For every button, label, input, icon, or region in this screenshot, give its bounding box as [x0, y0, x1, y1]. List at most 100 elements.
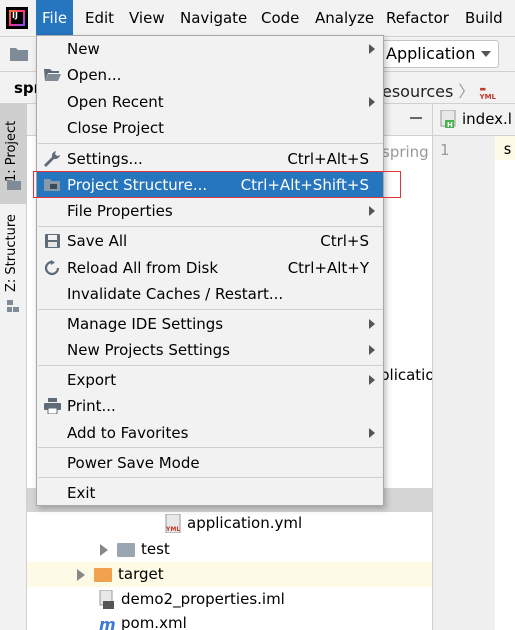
yml-file-icon: YML	[165, 513, 181, 534]
menu-item-label: File Properties	[67, 202, 173, 220]
project-tab-label: 1: Project	[4, 120, 19, 182]
menu-analyze[interactable]: Analyze	[309, 0, 380, 37]
menu-item-label: Open...	[67, 66, 122, 84]
menu-item-label: Print...	[67, 397, 116, 415]
chevron-down-icon	[481, 51, 491, 57]
menu-edit[interactable]: Edit	[79, 0, 120, 37]
menu-item-export[interactable]: Export	[37, 367, 383, 393]
menu-item-exit[interactable]: Exit	[37, 480, 383, 506]
reload-icon	[44, 260, 60, 276]
code-text: s	[503, 140, 513, 158]
editor-gutter	[432, 136, 495, 630]
yml-file-icon: ▬ YML	[479, 84, 497, 101]
submenu-arrow-icon	[369, 345, 375, 355]
tree-item-application-yml[interactable]: YML application.yml	[165, 513, 303, 534]
menu-item-invalidate-caches[interactable]: Invalidate Caches / Restart...	[37, 281, 383, 307]
menu-item-power-save-mode[interactable]: Power Save Mode	[37, 450, 383, 476]
menu-item-label: Export	[67, 371, 117, 389]
menu-item-label: Add to Favorites	[67, 424, 189, 442]
minimize-icon[interactable]	[410, 117, 422, 119]
menu-item-label: Settings...	[67, 150, 143, 168]
file-menu-dropdown: New Open... Open Recent Close Project Se…	[36, 35, 384, 506]
tree-item-label: application.yml	[187, 514, 303, 532]
editor-code-area[interactable]	[495, 136, 515, 630]
menu-navigate[interactable]: Navigate	[174, 0, 253, 37]
breadcrumb-separator-icon: 〉	[458, 82, 475, 101]
tree-item-test[interactable]: test	[100, 540, 170, 558]
tree-item-label: pom.xml	[121, 614, 187, 630]
annotation-highlight-box	[33, 171, 401, 198]
submenu-arrow-icon	[369, 319, 375, 329]
tree-item-iml[interactable]: demo2_properties.iml	[99, 589, 285, 609]
menu-item-label: Power Save Mode	[67, 454, 200, 472]
menu-item-label: Exit	[67, 484, 96, 502]
menu-item-open-recent[interactable]: Open Recent	[37, 89, 383, 115]
module-file-icon	[99, 589, 115, 609]
menu-separator	[38, 309, 383, 310]
breadcrumb-folder: esources	[382, 82, 454, 101]
tool-window-stripe: 1: Project Z: Structure	[0, 104, 27, 630]
menu-item-manage-ide-settings[interactable]: Manage IDE Settings	[37, 311, 383, 337]
menu-item-shortcut: Ctrl+S	[320, 232, 369, 250]
menu-item-settings[interactable]: Settings... Ctrl+Alt+S	[37, 146, 383, 172]
tool-window-structure-tab[interactable]: Z: Structure	[0, 212, 27, 317]
structure-tab-label: Z: Structure	[4, 214, 19, 292]
tool-window-project-tab[interactable]: 1: Project	[0, 104, 27, 204]
menu-item-shortcut: Ctrl+Alt+S	[287, 150, 369, 168]
menu-code[interactable]: Code	[255, 0, 305, 37]
menu-item-add-to-favorites[interactable]: Add to Favorites	[37, 420, 383, 446]
menu-bar: IJ File Edit View Navigate Code Analyze …	[0, 0, 515, 37]
submenu-arrow-icon	[369, 206, 375, 216]
run-configuration-select[interactable]: Application	[378, 40, 499, 68]
folder-icon[interactable]	[10, 47, 28, 61]
menu-view[interactable]: View	[123, 0, 171, 37]
submenu-arrow-icon	[369, 44, 375, 54]
folder-icon	[117, 542, 135, 557]
menu-refactor[interactable]: Refactor	[380, 0, 455, 37]
menu-item-label: Manage IDE Settings	[67, 315, 224, 333]
menu-item-close-project[interactable]: Close Project	[37, 115, 383, 141]
tree-item-target[interactable]: target	[77, 565, 164, 583]
menu-item-reload-all[interactable]: Reload All from Disk Ctrl+Alt+Y	[37, 255, 383, 281]
menu-item-label: Reload All from Disk	[67, 259, 219, 277]
svg-text:m: m	[99, 617, 115, 630]
expand-arrow-icon[interactable]	[100, 543, 108, 556]
menu-separator	[38, 447, 383, 448]
line-number: 1	[440, 141, 450, 159]
menu-item-open[interactable]: Open...	[37, 62, 383, 88]
submenu-arrow-icon	[369, 97, 375, 107]
run-configuration-label: Application	[386, 44, 476, 63]
menu-item-label: Save All	[67, 232, 128, 250]
menu-item-new[interactable]: New	[37, 36, 383, 62]
menu-item-new-projects-settings[interactable]: New Projects Settings	[37, 337, 383, 363]
editor-tab-label: index.l	[462, 110, 512, 128]
tree-item-label: target	[118, 565, 164, 583]
submenu-arrow-icon	[369, 428, 375, 438]
svg-text:YML: YML	[165, 526, 180, 533]
menu-item-file-properties[interactable]: File Properties	[37, 198, 383, 224]
svg-text:H: H	[447, 121, 453, 129]
menu-build[interactable]: Build	[459, 0, 509, 37]
submenu-arrow-icon	[369, 375, 375, 385]
menu-item-label: Open Recent	[67, 93, 164, 111]
menu-separator	[38, 226, 383, 227]
tree-item-label: demo2_properties.iml	[121, 590, 285, 608]
menu-item-print[interactable]: Print...	[37, 393, 383, 419]
intellij-logo-icon: IJ	[6, 7, 28, 29]
project-tree-partial-text: spring	[382, 143, 429, 161]
menu-separator	[38, 365, 383, 366]
menu-item-save-all[interactable]: Save All Ctrl+S	[37, 228, 383, 254]
menu-separator	[38, 143, 383, 144]
menu-item-label: Close Project	[67, 119, 164, 137]
maven-icon: m	[99, 615, 116, 630]
menu-file[interactable]: File	[36, 0, 74, 37]
folder-icon	[7, 180, 21, 190]
menu-item-label: Invalidate Caches / Restart...	[67, 285, 284, 303]
editor-tab[interactable]: Hindex.l	[440, 109, 512, 129]
tree-item-pom[interactable]: m pom.xml	[99, 614, 187, 630]
menu-item-label: New Projects Settings	[67, 341, 230, 359]
expand-arrow-icon[interactable]	[77, 568, 85, 581]
menu-item-shortcut: Ctrl+Alt+Y	[287, 259, 369, 277]
save-icon	[45, 234, 60, 248]
project-tree-partial-text: plicatio	[380, 366, 435, 384]
